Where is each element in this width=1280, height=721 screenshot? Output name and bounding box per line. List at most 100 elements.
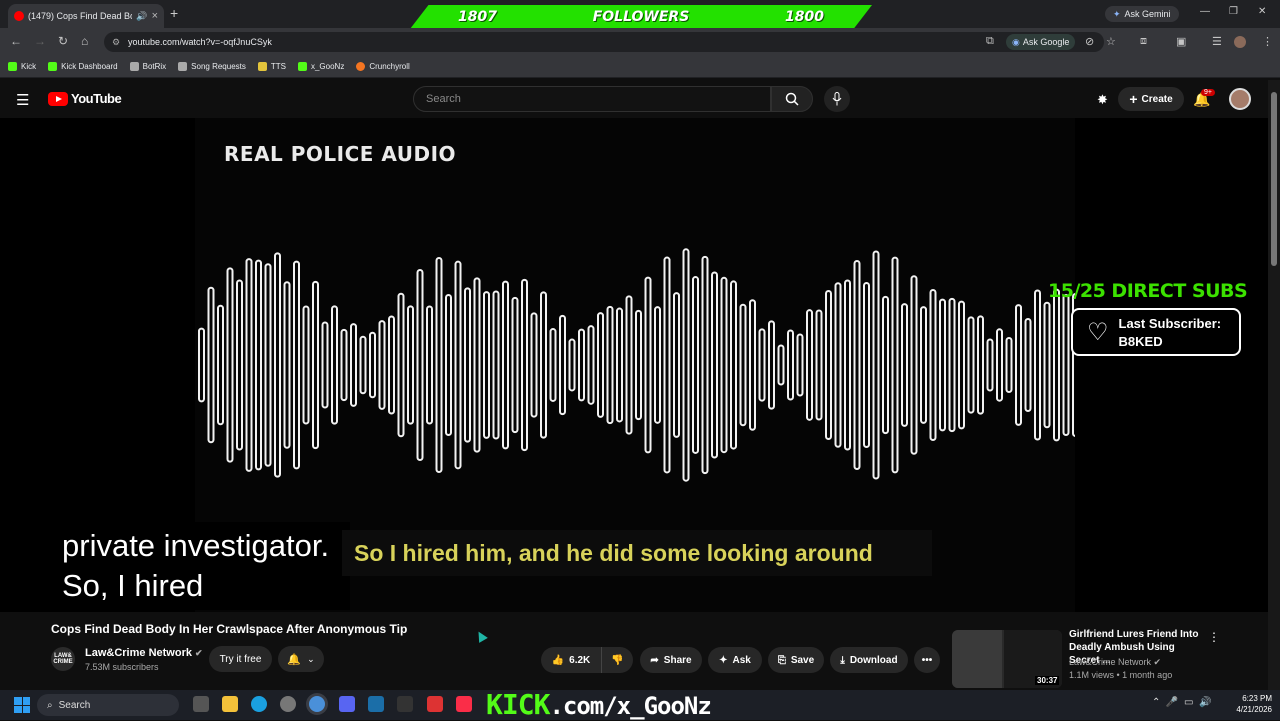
waveform-bar xyxy=(473,277,481,453)
account-avatar[interactable] xyxy=(1229,88,1251,110)
file-explorer-icon[interactable] xyxy=(222,696,238,712)
waveform-bar xyxy=(872,250,880,480)
bookmark-botrix[interactable]: BotRix xyxy=(129,62,166,71)
bookmarks-bar: Kick Kick Dashboard BotRix Song Requests… xyxy=(0,56,1280,78)
page-scrollbar[interactable] xyxy=(1268,80,1280,690)
waveform-bar xyxy=(625,295,633,435)
system-tray[interactable]: ⌃ 🎤 ▭ 🔊 xyxy=(1152,697,1211,708)
address-bar[interactable]: ⚙ youtube.com/watch?v=-oqfJnuCSyk xyxy=(104,32,1104,52)
profile-avatar[interactable] xyxy=(1234,36,1246,48)
waveform-bar xyxy=(350,323,357,407)
followers-count-left: 1807 xyxy=(458,9,497,25)
chevron-down-icon: ⌄ xyxy=(307,653,315,664)
search-input[interactable]: Search xyxy=(413,86,771,112)
menu-icon[interactable]: ☰ xyxy=(16,91,29,109)
create-button[interactable]: + Create xyxy=(1118,87,1184,111)
try-it-free-button[interactable]: Try it free xyxy=(209,646,272,672)
search-placeholder: Search xyxy=(426,93,461,105)
share-button[interactable]: ➦ Share xyxy=(640,647,702,673)
ask-gemini-button[interactable]: ✦ Ask Gemini xyxy=(1105,6,1179,22)
recommendation-more-icon[interactable]: ⋮ xyxy=(1208,630,1220,644)
recommendation-meta: 1.1M views • 1 month ago xyxy=(1069,670,1173,680)
reload-icon[interactable]: ↻ xyxy=(58,34,68,48)
ask-button[interactable]: ✦ Ask xyxy=(708,647,762,673)
bookmark-kick[interactable]: Kick xyxy=(8,62,36,71)
waveform-bar xyxy=(844,279,851,451)
like-button[interactable]: 👍 6.2K xyxy=(541,647,601,673)
dislike-button[interactable]: 👎 xyxy=(601,647,633,673)
reading-list-icon[interactable]: ☰ xyxy=(1212,35,1222,48)
youtube-play-icon xyxy=(48,91,68,106)
waveform-bar xyxy=(255,259,262,471)
voice-search-button[interactable] xyxy=(824,86,850,112)
waveform-bar xyxy=(1053,288,1060,442)
ask-gemini-label: Ask Gemini xyxy=(1124,9,1171,19)
waveform-bar xyxy=(1062,293,1070,437)
bookmark-x-goonz[interactable]: x_GooNz xyxy=(297,62,344,71)
bookmark-kick-dashboard[interactable]: Kick Dashboard xyxy=(48,62,118,71)
speaker-icon[interactable]: 🔊 xyxy=(136,11,147,22)
last-subscriber-overlay: ♡ Last Subscriber: B8KED xyxy=(1071,308,1241,356)
app-icon[interactable] xyxy=(427,696,443,712)
channel-name[interactable]: Law&Crime Network ✔ xyxy=(85,647,203,659)
waveform-bar xyxy=(198,327,205,403)
youtube-logo[interactable]: YouTube xyxy=(48,91,122,106)
site-info-icon[interactable]: ⚙ xyxy=(112,37,120,48)
close-window-icon[interactable]: ✕ xyxy=(1258,6,1266,17)
waveform-bar xyxy=(996,328,1003,402)
kick-icon xyxy=(297,62,307,71)
waveform-bar xyxy=(236,279,243,451)
studio-icon[interactable]: ✸ xyxy=(1097,92,1108,108)
bookmark-star-icon[interactable]: ☆ xyxy=(1106,35,1116,48)
waveform-bar xyxy=(853,259,861,471)
tab-close-icon[interactable]: × xyxy=(152,10,158,22)
scrollbar-thumb[interactable] xyxy=(1271,92,1277,266)
cast-icon[interactable]: ▣ xyxy=(1176,35,1186,48)
download-button[interactable]: ⤓ Download xyxy=(830,647,908,673)
channel-avatar[interactable]: LAW& CRIME xyxy=(51,647,75,671)
eye-slash-icon[interactable]: ⊘ xyxy=(1085,35,1094,48)
bookmark-tts[interactable]: TTS xyxy=(257,62,286,71)
forward-icon[interactable]: → xyxy=(34,34,46,48)
waveform-bar xyxy=(264,263,272,467)
taskbar-clock[interactable]: 6:23 PM 4/21/2026 xyxy=(1228,693,1272,715)
kick-url-overlay: KICK.com/x_GooNz xyxy=(486,688,712,721)
epic-games-icon[interactable] xyxy=(397,696,413,712)
subscribed-button[interactable]: 🔔 ⌄ xyxy=(278,646,324,672)
bookmark-crunchyroll[interactable]: Crunchyroll xyxy=(356,62,410,71)
maximize-icon[interactable]: ❐ xyxy=(1229,6,1238,17)
back-icon[interactable]: ← xyxy=(10,34,22,48)
waveform-bar xyxy=(929,288,937,442)
more-actions-button[interactable]: ••• xyxy=(914,647,940,673)
music-icon[interactable] xyxy=(456,696,472,712)
browser-tab[interactable]: (1479) Cops Find Dead Body 🔊 × xyxy=(8,4,164,28)
waveform-bar xyxy=(340,328,348,402)
bookmark-song-requests[interactable]: Song Requests xyxy=(178,62,246,71)
recommendation-channel[interactable]: Law&Crime Network ✔ xyxy=(1069,657,1161,668)
extensions-icon[interactable]: ⧈ xyxy=(1140,35,1147,48)
settings-icon[interactable] xyxy=(280,696,296,712)
new-tab-button[interactable]: + xyxy=(170,5,178,21)
ask-google-button[interactable]: ◉ Ask Google xyxy=(1006,34,1076,50)
home-icon[interactable]: ⌂ xyxy=(81,34,88,48)
edge-icon[interactable] xyxy=(251,696,267,712)
search-icon: ⌕ xyxy=(47,699,53,711)
install-app-icon[interactable]: ⧉ xyxy=(986,35,994,48)
search-button[interactable] xyxy=(771,86,813,112)
waveform-bar xyxy=(758,328,766,402)
taskbar-search[interactable]: ⌕ Search xyxy=(37,694,179,716)
waveform-bar xyxy=(530,312,538,418)
windows-start-icon[interactable] xyxy=(14,697,30,713)
discord-icon[interactable] xyxy=(339,696,355,712)
waveform-bar xyxy=(407,305,414,425)
task-view-icon[interactable] xyxy=(193,696,209,712)
waveform-bar xyxy=(302,305,310,425)
save-button[interactable]: ⎘ Save xyxy=(768,647,824,673)
chrome-icon[interactable] xyxy=(309,696,325,712)
waveform-bar xyxy=(207,286,215,444)
minimize-icon[interactable]: — xyxy=(1200,6,1210,17)
browser-menu-icon[interactable]: ⋮ xyxy=(1262,35,1273,48)
steam-icon[interactable] xyxy=(368,696,384,712)
waveform-bar xyxy=(796,333,804,397)
waveform-bar xyxy=(654,306,661,424)
